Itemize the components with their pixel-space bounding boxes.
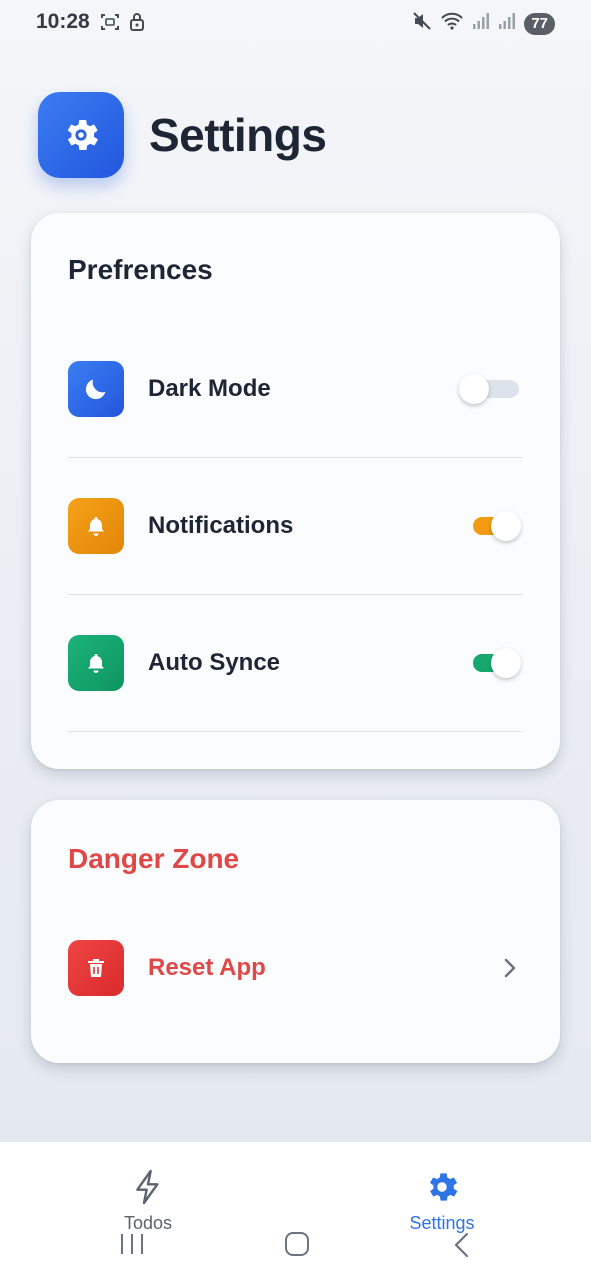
battery-indicator: 77 xyxy=(524,12,555,35)
auto-sync-row[interactable]: Auto Synce xyxy=(68,635,523,691)
notifications-label: Notifications xyxy=(148,512,294,539)
bell-icon xyxy=(68,635,124,691)
tab-todos-label: Todos xyxy=(123,1213,173,1233)
lock-icon xyxy=(128,12,146,37)
page-title: Settings xyxy=(149,108,327,161)
preferences-title: Prefrences xyxy=(68,254,213,285)
toggle-knob xyxy=(491,511,521,541)
divider xyxy=(68,731,523,732)
trash-icon xyxy=(68,940,124,996)
tab-settings-label: Settings xyxy=(409,1213,475,1233)
danger-zone-card: Danger Zone Reset App xyxy=(31,800,560,1063)
status-bar: 10:28 77 xyxy=(0,0,591,46)
divider xyxy=(68,457,523,458)
toggle-knob xyxy=(491,648,521,678)
tab-todos[interactable]: Todos xyxy=(88,1168,208,1234)
reset-app-label: Reset App xyxy=(148,954,266,981)
wifi-icon xyxy=(440,11,464,36)
preferences-card: Prefrences Dark Mode Notifications Auto … xyxy=(31,213,560,769)
dark-mode-label: Dark Mode xyxy=(148,375,271,402)
gear-icon xyxy=(423,1168,461,1211)
divider xyxy=(68,594,523,595)
signal-icon xyxy=(498,12,516,35)
status-time: 10:28 xyxy=(36,10,90,33)
signal-icon xyxy=(472,12,490,35)
auto-sync-toggle[interactable] xyxy=(471,648,523,678)
toggle-knob xyxy=(459,374,489,404)
chevron-right-icon xyxy=(503,957,517,984)
auto-sync-label: Auto Synce xyxy=(148,649,281,676)
home-button[interactable] xyxy=(284,1232,310,1261)
notifications-row[interactable]: Notifications xyxy=(68,498,523,554)
system-nav-bar xyxy=(0,1232,591,1258)
mute-icon xyxy=(412,11,432,36)
app-header: Settings xyxy=(38,91,327,178)
bell-icon xyxy=(68,498,124,554)
tab-settings[interactable]: Settings xyxy=(382,1168,502,1234)
notifications-toggle[interactable] xyxy=(471,511,523,541)
recents-button[interactable] xyxy=(119,1232,145,1261)
dark-mode-toggle[interactable] xyxy=(459,374,523,404)
gear-icon xyxy=(38,91,124,178)
moon-icon xyxy=(68,361,124,417)
dark-mode-row[interactable]: Dark Mode xyxy=(68,361,523,417)
screenshot-icon xyxy=(100,12,120,37)
danger-zone-title: Danger Zone xyxy=(68,843,240,874)
reset-app-row[interactable]: Reset App xyxy=(68,940,523,996)
back-button[interactable] xyxy=(452,1232,472,1263)
lightning-icon xyxy=(132,1168,164,1211)
